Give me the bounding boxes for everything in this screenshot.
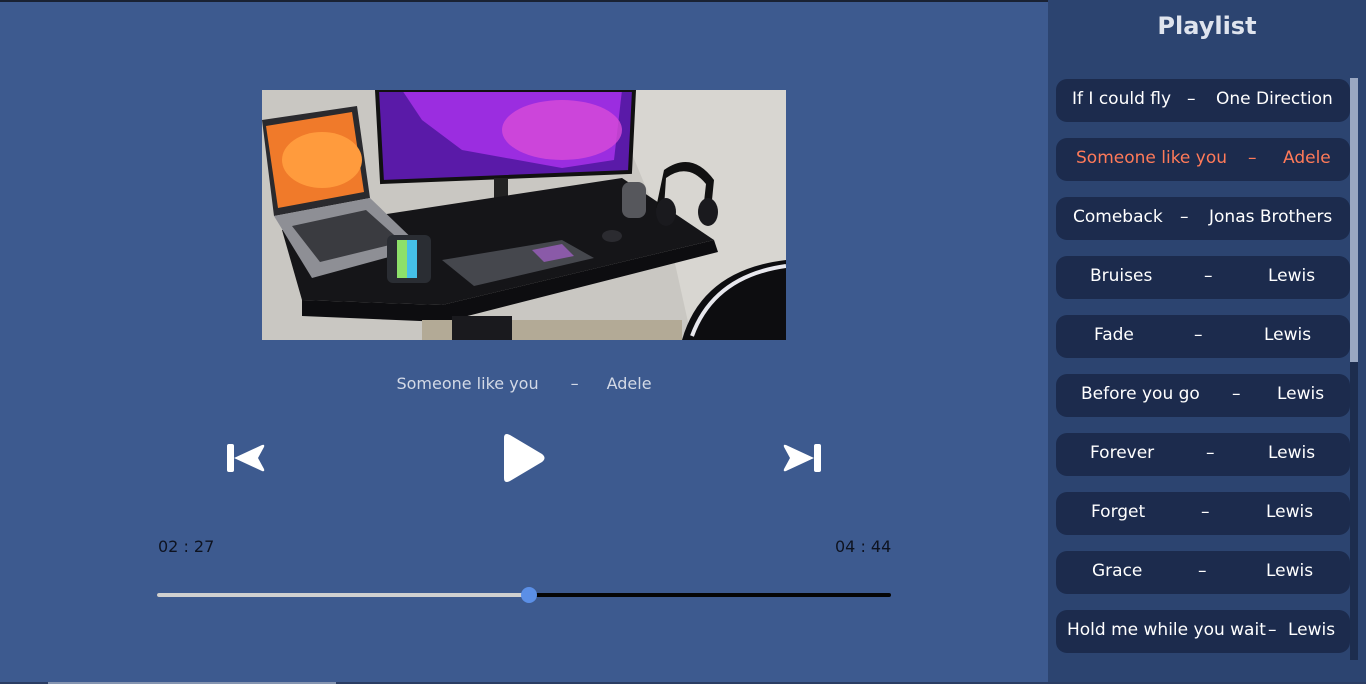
playlist-title: Playlist	[1157, 12, 1257, 40]
song-separator: –	[1180, 207, 1189, 227]
song-artist: Lewis	[1268, 266, 1316, 286]
song-separator: –	[1204, 266, 1213, 286]
playlist-list: If I could fly – One Direction Someone l…	[1056, 79, 1350, 669]
song-artist: Lewis	[1266, 561, 1314, 581]
playlist-item[interactable]: Hold me while you wait – Lewis	[1056, 610, 1350, 653]
playlist-panel: Playlist If I could fly – One Direction …	[1048, 0, 1366, 684]
skip-next-icon	[783, 444, 821, 472]
song-separator: –	[1232, 384, 1241, 404]
song-artist: Lewis	[1266, 502, 1314, 522]
skip-previous-icon	[227, 444, 265, 472]
song-artist: Jonas Brothers	[1209, 207, 1333, 227]
song-artist: Adele	[1283, 148, 1331, 168]
playlist-item[interactable]: Bruises – Lewis	[1056, 256, 1350, 299]
song-artist: Lewis	[1277, 384, 1325, 404]
duration: 04 : 44	[835, 537, 892, 556]
now-playing-title: Someone like you	[396, 374, 539, 393]
song-artist: Lewis	[1288, 620, 1336, 640]
song-separator: –	[1201, 502, 1210, 522]
song-separator: –	[1248, 148, 1257, 168]
now-playing-separator: –	[570, 374, 579, 393]
song-title: Grace	[1092, 561, 1143, 581]
song-separator: –	[1194, 325, 1203, 345]
player-area: Someone like you – Adele 02 : 27 04 : 44	[0, 0, 1048, 684]
song-title: Hold me while you wait	[1067, 620, 1266, 640]
playlist-item[interactable]: Fade – Lewis	[1056, 315, 1350, 358]
song-title: Comeback	[1073, 207, 1163, 227]
play-button[interactable]	[500, 432, 548, 484]
progress-slider[interactable]	[157, 586, 891, 604]
playlist-item[interactable]: If I could fly – One Direction	[1056, 79, 1350, 122]
current-time: 02 : 27	[158, 537, 215, 556]
album-cover	[262, 90, 786, 340]
playlist-item[interactable]: Someone like you – Adele	[1056, 138, 1350, 181]
song-separator: –	[1206, 443, 1215, 463]
song-title: Before you go	[1081, 384, 1200, 404]
progress-handle[interactable]	[521, 587, 538, 603]
playlist-item[interactable]: Before you go – Lewis	[1056, 374, 1350, 417]
playlist-item[interactable]: Forget – Lewis	[1056, 492, 1350, 535]
song-separator: –	[1187, 89, 1196, 109]
song-separator: –	[1198, 561, 1207, 581]
song-title: Forever	[1090, 443, 1155, 463]
playlist-scrollbar[interactable]	[1350, 78, 1358, 660]
playlist-item[interactable]: Forever – Lewis	[1056, 433, 1350, 476]
previous-button[interactable]	[224, 440, 266, 476]
progress-fill	[157, 593, 530, 597]
song-artist: Lewis	[1264, 325, 1312, 345]
now-playing: Someone like you – Adele	[262, 374, 786, 396]
song-title: Bruises	[1090, 266, 1153, 286]
song-title: Someone like you	[1076, 148, 1228, 168]
song-separator: –	[1268, 620, 1277, 640]
playlist-item[interactable]: Comeback – Jonas Brothers	[1056, 197, 1350, 240]
song-title: If I could fly	[1072, 89, 1172, 109]
now-playing-artist: Adele	[606, 374, 652, 393]
scrollbar-thumb[interactable]	[1350, 78, 1358, 362]
song-title: Forget	[1091, 502, 1146, 522]
playlist-item[interactable]: Grace – Lewis	[1056, 551, 1350, 594]
song-title: Fade	[1094, 325, 1134, 345]
song-artist: Lewis	[1268, 443, 1316, 463]
play-icon	[504, 434, 545, 482]
next-button[interactable]	[782, 440, 824, 476]
song-artist: One Direction	[1216, 89, 1333, 109]
